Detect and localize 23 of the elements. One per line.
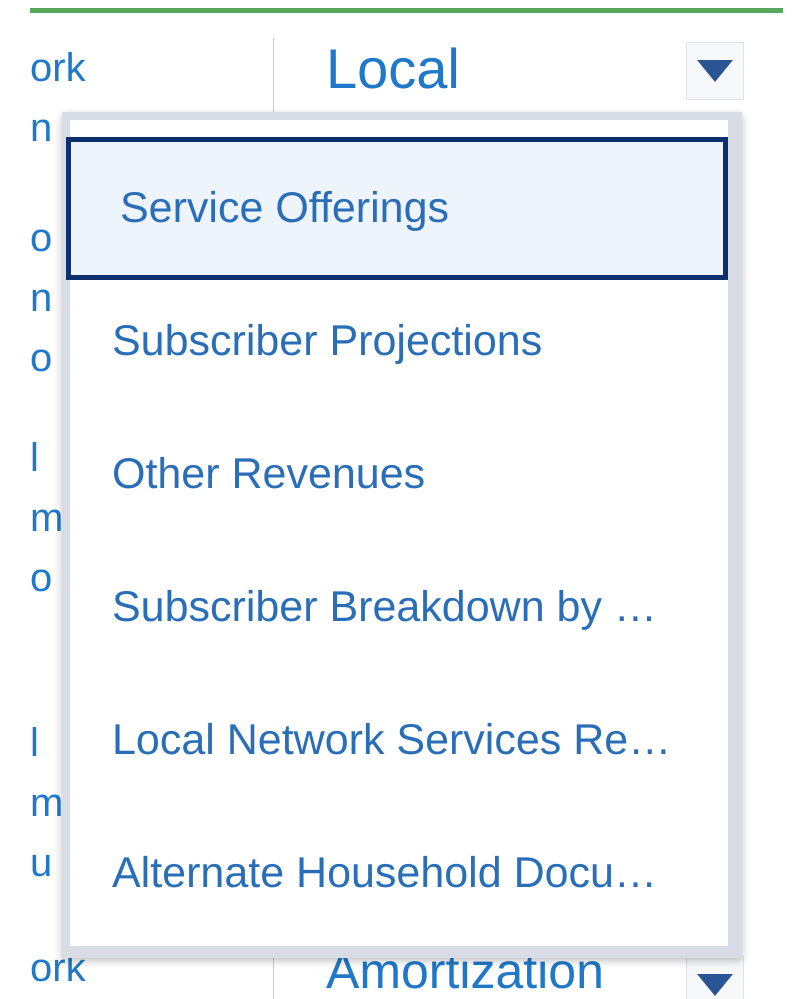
table-cell-text: o (30, 335, 52, 382)
table-cell-text: ork (30, 45, 86, 92)
table-cell-text: m (30, 495, 64, 542)
menu-item[interactable]: Subscriber Breakdown by … (70, 541, 728, 674)
menu-item[interactable]: Service Offerings (66, 137, 728, 280)
caret-icon (697, 974, 733, 996)
menu-item[interactable]: Alternate Household Docu… (70, 807, 728, 940)
dropdown-button[interactable] (686, 42, 744, 100)
table-cell-text: l (30, 720, 39, 767)
dropdown-button[interactable] (686, 956, 744, 999)
table-cell-text: Local (326, 38, 460, 100)
table-cell-text: o (30, 555, 52, 602)
table-cell-text: Amortization (326, 946, 604, 996)
caret-icon (697, 60, 733, 82)
menu-item[interactable]: Other Revenues (70, 408, 728, 541)
table-cell-text: u (30, 840, 52, 887)
table-cell-text: n (30, 275, 52, 322)
table-cell-text: ork (30, 945, 86, 992)
table-cell-text: n (30, 105, 52, 152)
table-cell-text: o (30, 215, 52, 262)
table-cell-text: m (30, 780, 64, 827)
menu-item[interactable]: Local Network Services Re… (70, 674, 728, 807)
table-cell-text: l (30, 435, 39, 482)
